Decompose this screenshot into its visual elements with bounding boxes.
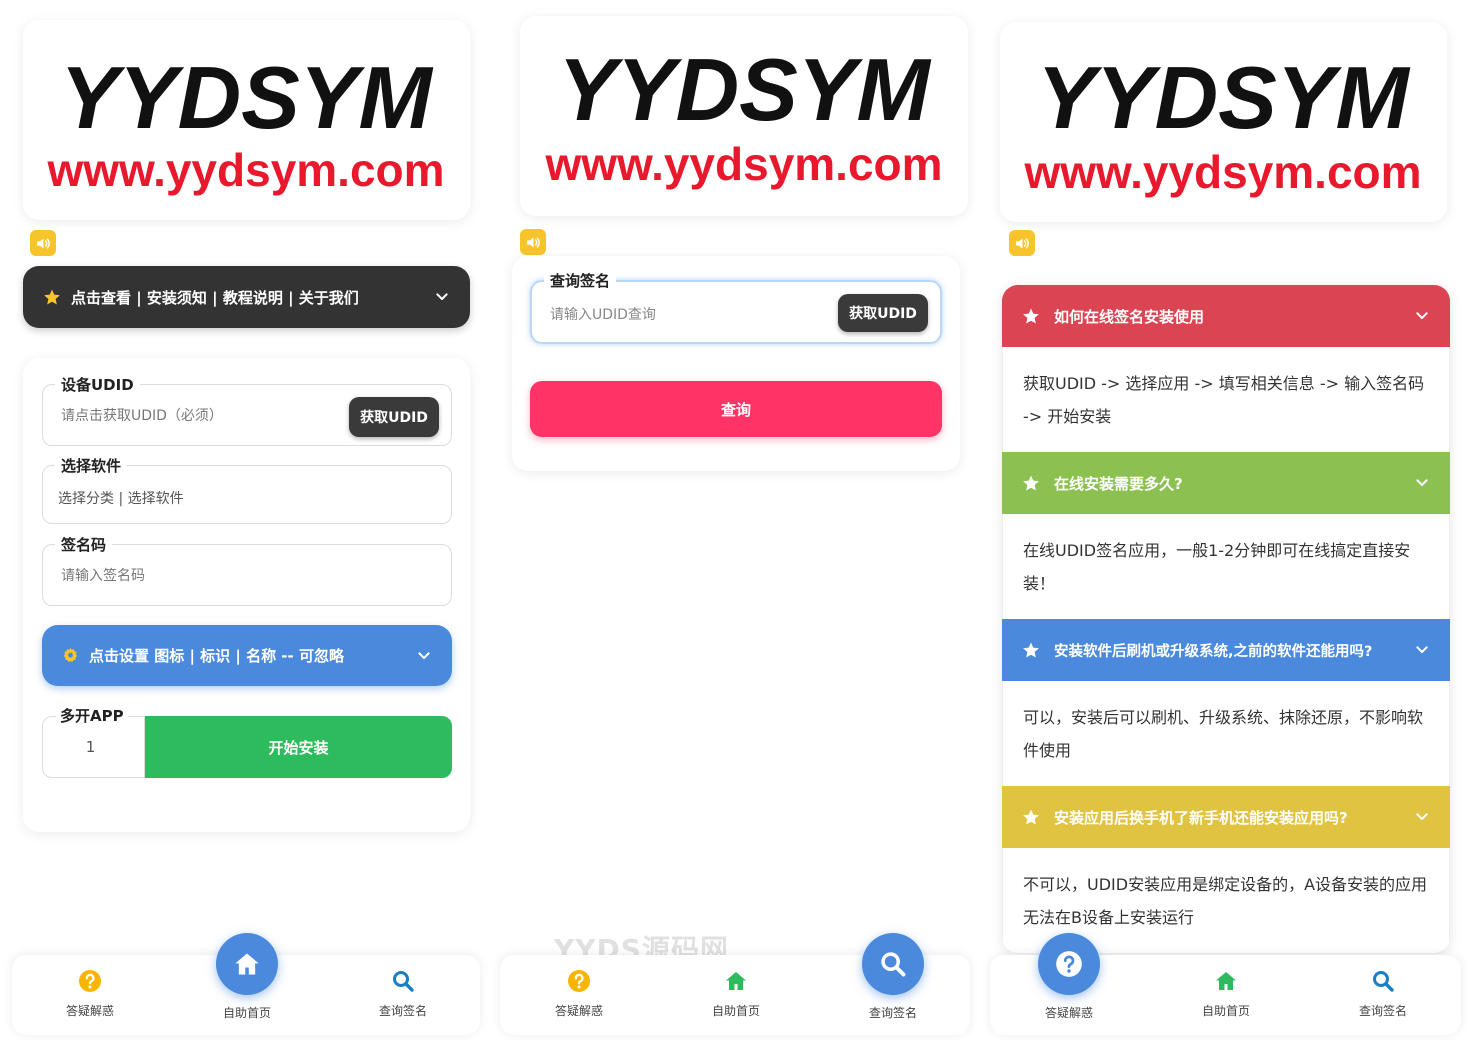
code-label: 签名码 [55, 534, 113, 555]
speaker-icon[interactable] [520, 229, 546, 255]
nav-home[interactable]: 自助首页 [187, 933, 307, 1035]
logo-banner: YYDSYM www.yydsym.com [1000, 22, 1447, 222]
nav-home-label: 自助首页 [222, 1006, 271, 1020]
nav-home[interactable]: 自助首页 [1166, 955, 1286, 1035]
settings-bar[interactable]: 点击设置 图标 | 标识 | 名称 -- 可忽略 [42, 625, 452, 686]
udid-field[interactable]: 设备UDID 请点击获取UDID（必须） 获取UDID [42, 374, 452, 446]
home-icon [724, 969, 748, 993]
code-input[interactable]: 请输入签名码 [61, 565, 145, 585]
search-icon [862, 933, 924, 995]
svg-text:YYDSYM: YYDSYM [60, 48, 433, 147]
home-icon [216, 933, 278, 995]
logo-banner: YYDSYM www.yydsym.com [520, 16, 968, 216]
faq-question-4: 安装应用后换手机了新手机还能安装应用吗? [1054, 808, 1348, 827]
query-udid-field[interactable]: 查询签名 请输入UDID查询 获取UDID [530, 270, 942, 344]
faq-answer-3: 可以，安装后可以刷机、升级系统、抹除还原，不影响软件使用 [1002, 681, 1450, 786]
multi-app-row: 1 多开APP 开始安装 [42, 705, 452, 778]
faq-panel: YYDSYM www.yydsym.com 如何在线签名安装使用 获取UDID … [980, 0, 1473, 1054]
chevron-down-icon [434, 289, 450, 305]
star-icon [1022, 474, 1040, 492]
query-form: 查询签名 请输入UDID查询 获取UDID 查询 [512, 256, 960, 471]
chevron-down-icon [1414, 475, 1430, 491]
faq-question-1: 如何在线签名安装使用 [1054, 307, 1205, 326]
nav-help[interactable]: 答疑解惑 [1009, 933, 1129, 1035]
software-select[interactable]: 选择分类 | 选择软件 [58, 488, 184, 508]
nav-query-label: 查询签名 [1358, 1004, 1407, 1018]
multi-app-label: 多开APP [56, 705, 128, 726]
faq-header-3[interactable]: 安装软件后刷机或升级系统,之前的软件还能用吗? [1002, 619, 1450, 681]
nav-home-label: 自助首页 [711, 1004, 760, 1018]
faq-accordion: 如何在线签名安装使用 获取UDID -> 选择应用 -> 填写相关信息 -> 输… [1002, 285, 1450, 953]
get-udid-button[interactable]: 获取UDID [838, 294, 928, 332]
code-field[interactable]: 签名码 请输入签名码 [42, 534, 452, 606]
help-icon [78, 969, 102, 993]
nav-help-label: 答疑解惑 [65, 1004, 114, 1018]
get-udid-button[interactable]: 获取UDID [349, 397, 439, 437]
install-form: 设备UDID 请点击获取UDID（必须） 获取UDID 选择软件 选择分类 | … [23, 358, 470, 832]
speaker-icon[interactable] [1009, 230, 1035, 256]
faq-header-2[interactable]: 在线安装需要多久? [1002, 452, 1450, 514]
faq-header-1[interactable]: 如何在线签名安装使用 [1002, 285, 1450, 347]
star-icon [1022, 808, 1040, 826]
nav-help[interactable]: 答疑解惑 [30, 955, 150, 1035]
faq-header-4[interactable]: 安装应用后换手机了新手机还能安装应用吗? [1002, 786, 1450, 848]
software-field[interactable]: 选择软件 选择分类 | 选择软件 [42, 455, 452, 524]
chevron-down-icon [416, 648, 432, 664]
nav-query-label: 查询签名 [868, 1006, 917, 1020]
svg-text:www.yydsym.com: www.yydsym.com [1023, 146, 1421, 198]
chevron-down-icon [1414, 308, 1430, 324]
search-icon [391, 969, 415, 993]
logo-image: YYDSYM www.yydsym.com [46, 48, 444, 196]
nav-help-label: 答疑解惑 [554, 1004, 603, 1018]
home-icon [1214, 969, 1238, 993]
faq-question-2: 在线安装需要多久? [1054, 474, 1183, 493]
bottom-nav: 答疑解惑 自助首页 查询签名 [990, 933, 1461, 1035]
notice-bar[interactable]: 点击查看 | 安装须知 | 教程说明 | 关于我们 [23, 266, 470, 328]
star-icon [1022, 307, 1040, 325]
faq-answer-2: 在线UDID签名应用，一般1-2分钟即可在线搞定直接安装！ [1002, 514, 1450, 619]
nav-query[interactable]: 查询签名 [833, 933, 953, 1035]
svg-text:www.yydsym.com: www.yydsym.com [46, 144, 444, 196]
software-label: 选择软件 [55, 455, 128, 476]
search-icon [1371, 969, 1395, 993]
nav-query[interactable]: 查询签名 [343, 955, 463, 1035]
query-udid-input[interactable]: 请输入UDID查询 [550, 304, 656, 324]
help-icon [1038, 933, 1100, 995]
faq-answer-1: 获取UDID -> 选择应用 -> 填写相关信息 -> 输入签名码 -> 开始安… [1002, 347, 1450, 452]
start-install-button[interactable]: 开始安装 [145, 716, 452, 778]
nav-home[interactable]: 自助首页 [676, 955, 796, 1035]
nav-query-label: 查询签名 [378, 1004, 427, 1018]
install-panel: YYDSYM www.yydsym.com 点击查看 | 安装须知 | 教程说明… [0, 0, 490, 1054]
speaker-icon[interactable] [30, 230, 56, 256]
nav-help-label: 答疑解惑 [1044, 1006, 1093, 1020]
chevron-down-icon [1414, 642, 1430, 658]
svg-text:YYDSYM: YYDSYM [558, 40, 931, 139]
star-icon [1022, 641, 1040, 659]
help-icon [567, 969, 591, 993]
logo-image: YYDSYM www.yydsym.com [1023, 48, 1421, 198]
faq-question-3: 安装软件后刷机或升级系统,之前的软件还能用吗? [1054, 643, 1373, 660]
udid-input[interactable]: 请点击获取UDID（必须） [61, 405, 223, 425]
nav-query[interactable]: 查询签名 [1323, 955, 1443, 1035]
svg-text:YYDSYM: YYDSYM [1037, 48, 1410, 147]
gear-icon [62, 647, 79, 664]
chevron-down-icon [1414, 809, 1430, 825]
query-button[interactable]: 查询 [530, 381, 942, 437]
svg-text:www.yydsym.com: www.yydsym.com [544, 138, 942, 190]
nav-home-label: 自助首页 [1201, 1004, 1250, 1018]
logo-banner: YYDSYM www.yydsym.com [23, 20, 470, 220]
settings-bar-label: 点击设置 图标 | 标识 | 名称 -- 可忽略 [89, 647, 344, 665]
query-panel: YYDSYM www.yydsym.com 查询签名 请输入UDID查询 获取U… [490, 0, 980, 1054]
udid-label: 设备UDID [55, 374, 140, 395]
query-label: 查询签名 [544, 270, 617, 291]
bottom-nav: 答疑解惑 自助首页 查询签名 [500, 933, 970, 1035]
logo-image: YYDSYM www.yydsym.com [544, 40, 942, 190]
bottom-nav: 答疑解惑 自助首页 查询签名 [12, 933, 480, 1035]
star-icon [43, 288, 61, 306]
notice-bar-label: 点击查看 | 安装须知 | 教程说明 | 关于我们 [71, 288, 359, 307]
nav-help[interactable]: 答疑解惑 [519, 955, 639, 1035]
